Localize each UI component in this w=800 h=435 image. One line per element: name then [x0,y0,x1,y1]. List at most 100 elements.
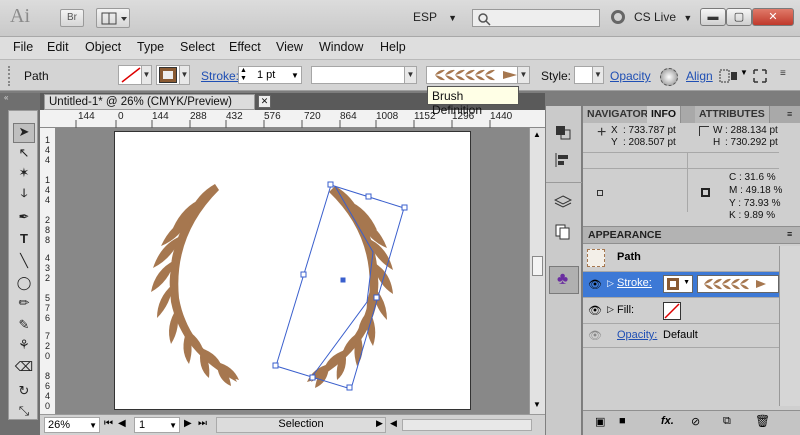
align-panel-link[interactable]: Align [686,69,713,83]
scroll-left-icon[interactable]: ◀ [390,418,397,429]
paintbrush-tool-icon[interactable]: ✏ [13,295,35,315]
expand-triangle-icon[interactable]: ▷ [607,278,614,289]
close-button[interactable]: ✕ [752,8,794,26]
workspace-switcher[interactable]: ESP ▼ [413,10,457,24]
visibility-eye-icon[interactable]: 👁 [588,278,602,291]
maximize-button[interactable]: ▢ [726,8,752,26]
visibility-eye-icon[interactable]: 👁 [588,304,602,317]
status-menu[interactable]: Selection [216,417,386,433]
menu-help[interactable]: Help [380,40,406,54]
clear-appearance-icon[interactable]: ⊘ [691,415,700,428]
scroll-down-icon[interactable]: ▼ [533,400,541,409]
brush-definition-dropdown[interactable]: ▼ [426,66,530,84]
opacity-panel-link[interactable]: Opacity [610,69,651,83]
artboard[interactable] [114,131,471,410]
tooltip: Brush Definition [427,86,519,117]
bridge-button[interactable]: Br [60,9,84,27]
add-new-fill-icon[interactable]: ■ [619,415,626,427]
visibility-eye-icon[interactable]: 👁 [588,329,602,342]
magic-wand-tool-icon[interactable]: ✶ [13,165,35,185]
align-panel-icon[interactable] [554,152,572,168]
opacity-link[interactable]: Opacity: [617,329,657,341]
search-input[interactable] [472,9,600,27]
vertical-scrollbar[interactable]: ▲ ▼ [529,128,545,414]
menu-window[interactable]: Window [319,40,363,54]
pencil-tool-icon[interactable]: ✎ [13,317,35,337]
wreath-artwork[interactable] [115,132,472,411]
appearance-fill-row[interactable]: 👁 ▷ Fill: [583,298,779,324]
panel-menu-icon[interactable]: ≡ [787,109,792,119]
variable-width-profile-dropdown[interactable]: ▼ [311,66,417,84]
transform-icon[interactable] [752,68,768,84]
menu-edit[interactable]: Edit [47,40,69,54]
stroke-weight-field[interactable]: ▲ ▼ 1 pt ▼ [238,66,302,84]
menu-object[interactable]: Object [85,40,121,54]
menu-type[interactable]: Type [137,40,164,54]
minimize-button[interactable]: ▬ [700,8,726,26]
pen-tool-icon[interactable]: ✒ [13,209,35,229]
scrollbar-thumb[interactable] [532,256,543,276]
direct-selection-tool-icon[interactable]: ↖ [13,145,35,165]
selection-tool-icon[interactable]: ➤ [13,123,35,143]
line-tool-icon[interactable]: ╲ [13,253,35,273]
collapse-icon[interactable]: « [4,93,12,105]
appearance-scrollbar[interactable] [779,246,800,406]
panel-menu-icon[interactable]: ≡ [787,229,792,239]
pages-panel-icon[interactable] [554,224,572,240]
fill-swatch-dropdown[interactable]: ▼ [118,65,152,85]
scroll-up-icon[interactable]: ▲ [533,130,541,139]
horizontal-scrollbar[interactable] [402,419,532,431]
ellipse-tool-icon[interactable]: ◯ [13,275,35,295]
stroke-swatch-dropdown[interactable]: ▼ [156,65,190,85]
close-tab-icon[interactable]: ✕ [258,95,271,108]
ruler-label: 4 [45,253,51,263]
stroke-panel-link[interactable]: Stroke: [617,277,652,289]
appearance-opacity-row[interactable]: 👁 Opacity: Default [583,324,779,348]
tab-navigator[interactable]: NAVIGATOR [583,106,654,123]
graphic-style-dropdown[interactable]: ▼ [574,66,604,84]
cs-live-menu[interactable]: CS Live ▼ [634,10,692,24]
add-new-stroke-icon[interactable]: ▣ [595,415,605,428]
chevron-down-icon[interactable]: ▼ [740,68,748,82]
transform-panel-icon[interactable] [554,124,572,140]
rotate-tool-icon[interactable]: ↻ [13,383,35,403]
layers-panel-icon[interactable] [553,194,573,210]
document-tab[interactable]: Untitled-1* @ 26% (CMYK/Preview) ✕ [44,94,271,110]
align-to-selection-icon[interactable] [718,66,740,86]
menu-effect[interactable]: Effect [229,40,261,54]
duplicate-item-icon[interactable]: ⧉ [723,415,731,428]
brush-dropdown[interactable] [697,275,779,293]
blob-brush-tool-icon[interactable]: ⚘ [13,337,35,357]
delete-item-icon[interactable]: 🗑 [755,414,770,428]
panel-menu-icon[interactable]: ≡ [780,68,792,84]
previous-artboard-icon[interactable]: ◀ [118,418,126,429]
menu-file[interactable]: File [13,40,33,54]
next-artboard-icon[interactable]: ▶ [184,418,192,429]
scale-tool-icon[interactable]: ⤡ [13,403,35,423]
chevron-right-icon[interactable]: ▶ [376,418,383,429]
menu-view[interactable]: View [276,40,303,54]
stroke-color-swatch [159,67,177,83]
menu-select[interactable]: Select [180,40,215,54]
last-artboard-icon[interactable]: ⏭ [198,418,207,429]
zoom-dropdown[interactable]: 26% ▼ [44,417,100,433]
tab-info[interactable]: INFO [647,106,682,123]
appearance-object-row[interactable]: Path [583,246,779,272]
expand-triangle-icon[interactable]: ▷ [607,304,614,315]
arrange-documents-button[interactable] [96,8,130,28]
stroke-panel-link[interactable]: Stroke: [201,69,239,83]
first-artboard-icon[interactable]: ⏮ [104,418,113,429]
stroke-color-dropdown[interactable]: ▼ [663,275,693,293]
artboard-number-dropdown[interactable]: 1 ▼ [134,417,180,433]
no-fill-icon[interactable] [663,302,681,320]
symbols-panel-icon[interactable]: ♣ [549,266,579,294]
stepper-icon[interactable]: ▲ ▼ [240,67,247,83]
tab-attributes[interactable]: ATTRIBUTES [695,106,770,123]
recolor-artwork-icon[interactable] [660,68,678,86]
lasso-tool-icon[interactable]: ↆ [13,185,35,205]
eraser-tool-icon[interactable]: ⌫ [13,359,35,379]
ruler-label: 4 [45,391,51,401]
add-new-effect-icon[interactable]: fx. [661,415,674,427]
appearance-stroke-row[interactable]: 👁 ▷ Stroke: ▼ [583,272,779,298]
type-tool-icon[interactable]: T [13,231,35,251]
